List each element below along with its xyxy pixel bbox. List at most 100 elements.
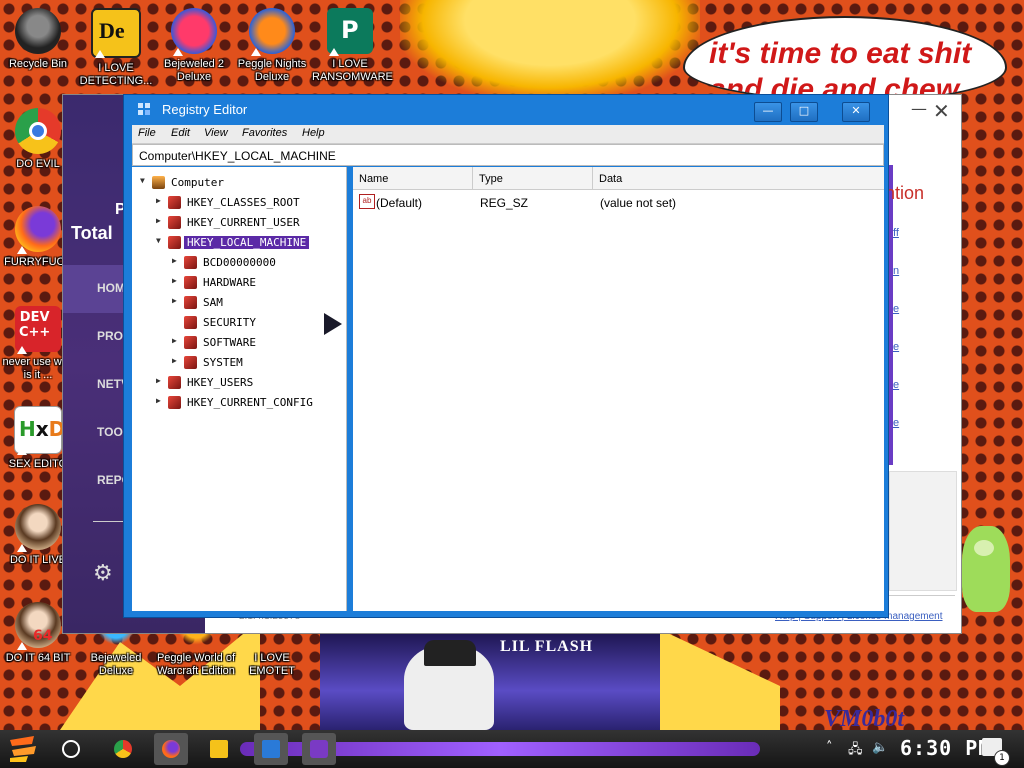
chevron-right-icon[interactable]: ▶ [156,196,161,205]
tree-item-label: SYSTEM [203,356,243,369]
tree-item-label: SOFTWARE [203,336,256,349]
status-link[interactable]: e [893,303,899,315]
menu-file[interactable]: File [138,127,156,139]
tree-item[interactable]: ▼ HKEY_LOCAL_MACHINE [132,233,346,253]
chrome-icon [15,108,61,154]
bejeweled-2-icon [171,8,217,56]
string-value-icon: ab [359,194,375,209]
chevron-right-icon[interactable]: ▶ [172,256,177,265]
chevron-right-icon[interactable]: ▶ [156,396,161,405]
chevron-right-icon[interactable]: ▶ [172,336,177,345]
security-app-icon [310,740,328,758]
start-button[interactable] [6,734,40,764]
taskbar-firefox[interactable] [154,733,188,765]
desktop-icon-detect-it-easy[interactable]: De I LOVE DETECTING... [78,8,154,88]
address-bar[interactable]: Computer\HKEY_LOCAL_MACHINE [132,144,884,166]
chevron-right-icon[interactable]: ▶ [156,376,161,385]
status-link[interactable]: e [893,379,899,391]
status-link[interactable]: n [893,265,899,277]
chevron-right-icon[interactable]: ▶ [172,356,177,365]
gear-icon[interactable]: ⚙ [93,561,113,586]
tree-item-label: HKEY_LOCAL_MACHINE [184,236,310,249]
table-row[interactable]: ab (Default) REG_SZ (value not set) [353,192,884,212]
menu-view[interactable]: View [204,127,228,139]
maximize-button[interactable]: □ [790,102,818,122]
desktop-icon-ransomware[interactable]: P I LOVE RANSOMWARE [312,8,393,84]
desktop-icon-label: DO IT 64 BIT [5,652,71,664]
desktop-icon-peggle-nights[interactable]: Peggle Nights Deluxe [234,8,310,84]
hxd-icon: HxD [14,406,65,455]
tree-item[interactable]: ▶ HKEY_CURRENT_USER [132,213,346,233]
minimize-button[interactable]: — [754,102,782,122]
chevron-right-icon[interactable]: ▶ [172,276,177,285]
computer-icon [152,176,165,189]
minimize-icon[interactable]: — [911,99,927,118]
minimize-icon: — [762,104,774,117]
maximize-icon: □ [798,104,810,117]
status-panel [889,471,957,591]
column-header-type[interactable]: Type [473,167,593,189]
status-link[interactable]: e [893,417,899,429]
tree-item[interactable]: ▶ HKEY_CURRENT_CONFIG [132,393,346,413]
taskbar-file-explorer[interactable] [202,733,236,765]
mouse-cursor-icon [324,313,342,335]
tree-item[interactable]: ▶ SYSTEM [132,353,346,373]
wallpaper-character-eye [974,540,994,556]
tree-item[interactable]: ▼ Computer [132,173,346,193]
chevron-right-icon[interactable]: ▶ [172,296,177,305]
values-list[interactable]: Name Type Data ab (Default) REG_SZ (valu… [353,167,884,611]
folder-icon [168,196,181,209]
chevron-down-icon[interactable]: ▼ [156,236,161,245]
menu-edit[interactable]: Edit [171,127,190,139]
folder-icon [168,376,181,389]
start-icon [10,736,36,762]
tree-item[interactable]: ▶ SAM [132,293,346,313]
taskbar-chrome[interactable] [106,733,140,765]
taskbar-regedit[interactable] [254,733,288,765]
search-icon[interactable] [62,740,80,758]
column-header-name[interactable]: Name [353,167,473,189]
wallpaper-speech-bubble: it's time to eat shit and die and chew [683,16,1007,102]
folder-icon [184,316,197,329]
tree-item-label: Computer [171,176,224,189]
menu-help[interactable]: Help [302,127,325,139]
registry-editor-window[interactable]: Registry Editor — □ ✕ File Edit View Fav… [123,94,889,618]
title-bar[interactable]: Registry Editor — □ ✕ [124,95,888,125]
value-type: REG_SZ [480,196,529,210]
chevron-up-icon[interactable]: ˄ [826,740,833,755]
close-icon[interactable]: ✕ [933,99,950,123]
chevron-right-icon[interactable]: ▶ [156,216,161,225]
detect-it-easy-icon: De [91,8,141,58]
clock[interactable]: 6:30 PM [900,736,991,760]
registry-tree[interactable]: ▼ Computer ▶ HKEY_CLASSES_ROOT ▶ HKEY_CURRENT… [132,167,347,611]
chrome-icon [114,740,132,758]
status-link[interactable]: ff [893,227,899,239]
network-icon[interactable]: 🖧 [848,740,863,762]
chevron-down-icon[interactable]: ▼ [140,176,145,185]
tree-item[interactable]: ▶ BCD00000000 [132,253,346,273]
regedit-icon [262,740,280,758]
tree-item-label: HARDWARE [203,276,256,289]
tree-item[interactable]: ▶ SOFTWARE [132,333,346,353]
folder-icon [184,276,197,289]
desktop-icon-bejeweled-2[interactable]: Bejeweled 2 Deluxe [156,8,232,84]
folder-icon [168,236,181,249]
volume-icon[interactable]: 🔈 [872,740,888,755]
value-data: (value not set) [600,196,677,210]
firefox-icon [162,740,180,758]
menu-favorites[interactable]: Favorites [242,127,287,139]
tree-item[interactable]: ▶ HKEY_USERS [132,373,346,393]
desktop-icon-label: I LOVE RANSOMWARE [312,58,393,83]
status-link[interactable]: e [893,341,899,353]
column-header-data[interactable]: Data [593,167,882,189]
tree-item-label: HKEY_CLASSES_ROOT [187,196,300,209]
desktop-icon-recycle-bin[interactable]: Recycle Bin [0,8,76,71]
tree-item[interactable]: SECURITY [132,313,346,333]
tree-item[interactable]: ▶ HARDWARE [132,273,346,293]
folder-icon [184,296,197,309]
tree-item[interactable]: ▶ HKEY_CLASSES_ROOT [132,193,346,213]
taskbar-security-app[interactable] [302,733,336,765]
tree-item-label: SECURITY [203,316,256,329]
registry-editor-icon [138,103,152,117]
close-button[interactable]: ✕ [842,102,870,122]
